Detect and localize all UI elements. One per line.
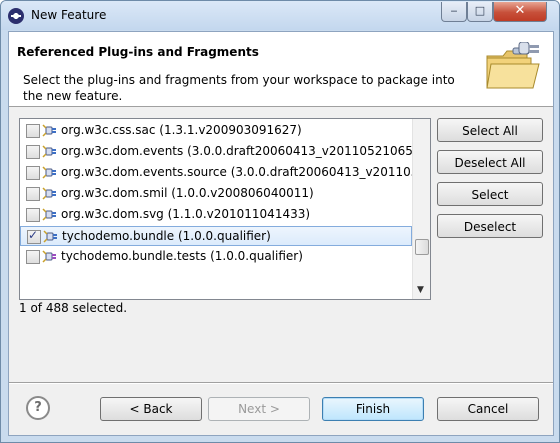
new-feature-window: New Feature ‒ □ ✕ Referenced Plug-ins an… [0, 0, 560, 443]
checkbox[interactable] [26, 124, 40, 138]
list-item[interactable]: tychodemo.bundle.tests (1.0.0.qualifier) [20, 247, 410, 267]
plugin-icon [42, 166, 56, 179]
list-item-label: org.w3c.dom.events (3.0.0.draft20060413_… [61, 144, 426, 158]
list-item[interactable]: org.w3c.dom.smil (1.0.0.v200806040011) [20, 184, 410, 204]
scrollbar-thumb[interactable] [415, 239, 429, 255]
select-button[interactable]: Select [437, 182, 543, 206]
select-all-button[interactable]: Select All [437, 118, 543, 142]
list-item[interactable]: tychodemo.bundle (1.0.0.qualifier) [20, 226, 412, 246]
minimize-button[interactable]: ‒ [441, 2, 467, 22]
list-item-label: org.w3c.css.sac (1.3.1.v200903091627) [61, 123, 302, 137]
next-button[interactable]: Next > [208, 397, 310, 421]
selection-count: 1 of 488 selected. [19, 301, 128, 315]
checkbox[interactable] [26, 187, 40, 201]
footer-separator [9, 382, 553, 384]
checkbox[interactable] [27, 228, 41, 244]
plugin-icon [42, 187, 56, 200]
folder-plugin-icon [486, 42, 540, 89]
list-item-label: org.w3c.dom.events.source (3.0.0.draft20… [61, 165, 431, 179]
plugin-icon [42, 208, 56, 221]
plugin-icon [42, 145, 56, 158]
close-button[interactable]: ✕ [493, 2, 547, 22]
list-item-label: tychodemo.bundle.tests (1.0.0.qualifier) [61, 249, 303, 263]
deselect-all-button[interactable]: Deselect All [437, 150, 543, 174]
plugin-icon [43, 230, 57, 243]
scroll-down-arrow-icon[interactable]: ▼ [417, 285, 424, 295]
title-bar[interactable]: New Feature ‒ □ ✕ [1, 1, 559, 30]
plugin-icon [42, 124, 56, 137]
window-title: New Feature [31, 8, 107, 22]
deselect-button[interactable]: Deselect [437, 214, 543, 238]
list-item[interactable]: org.w3c.dom.events (3.0.0.draft20060413_… [20, 142, 425, 162]
wizard-header: Referenced Plug-ins and Fragments Select… [9, 32, 553, 107]
vertical-scrollbar[interactable]: ▼ [412, 119, 430, 299]
checkbox[interactable] [26, 145, 40, 159]
checkbox[interactable] [26, 250, 40, 264]
back-button[interactable]: < Back [100, 397, 202, 421]
checkbox[interactable] [26, 208, 40, 222]
page-description: Select the plug-ins and fragments from y… [23, 73, 455, 103]
help-icon[interactable]: ? [26, 396, 50, 420]
finish-button[interactable]: Finish [322, 397, 424, 421]
list-item[interactable]: org.w3c.dom.events.source (3.0.0.draft20… [20, 163, 430, 183]
fragment-icon [42, 250, 56, 263]
dialog-content: Referenced Plug-ins and Fragments Select… [8, 31, 554, 436]
list-item[interactable]: org.w3c.css.sac (1.3.1.v200903091627) [20, 121, 410, 141]
list-item-label: org.w3c.dom.svg (1.1.0.v201011041433) [61, 207, 311, 221]
maximize-button[interactable]: □ [467, 2, 493, 22]
cancel-button[interactable]: Cancel [437, 397, 539, 421]
list-item-label: tychodemo.bundle (1.0.0.qualifier) [62, 229, 271, 243]
page-title: Referenced Plug-ins and Fragments [17, 45, 259, 59]
checkbox[interactable] [26, 166, 40, 180]
plugin-list[interactable]: tychodemo.bundle.tests (1.0.0.qualifier)… [19, 118, 431, 300]
eclipse-icon [8, 8, 24, 24]
list-item-label: org.w3c.dom.smil (1.0.0.v200806040011) [61, 186, 314, 200]
list-item[interactable]: org.w3c.dom.svg (1.1.0.v201011041433) [20, 205, 410, 225]
